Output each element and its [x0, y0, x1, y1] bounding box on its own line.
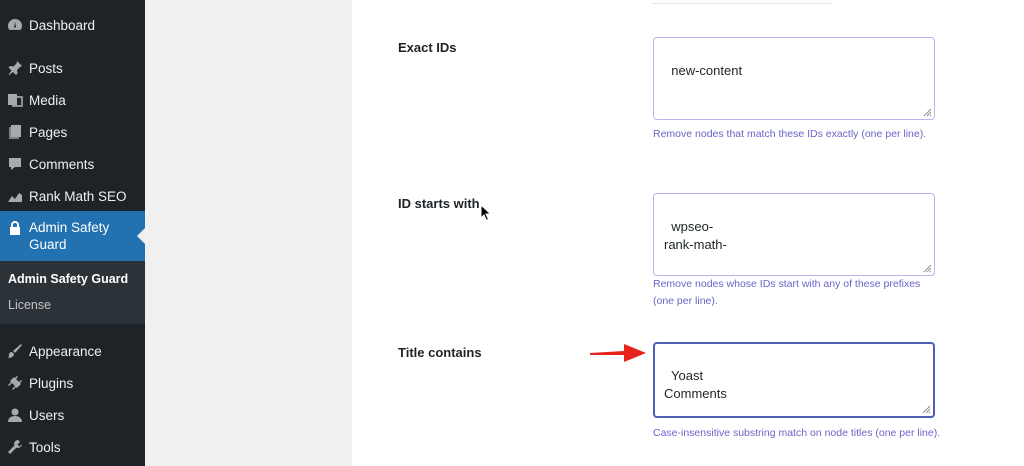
sidebar-item-appearance[interactable]: Appearance	[0, 340, 145, 362]
content-gutter	[145, 0, 352, 466]
submenu-item-license[interactable]: License	[8, 298, 51, 312]
resize-grip-icon[interactable]	[922, 263, 932, 273]
chart-icon	[0, 188, 26, 204]
exact-ids-description: Remove nodes that match these IDs exactl…	[653, 128, 927, 140]
annotation-arrow-icon	[590, 344, 646, 362]
title-contains-value: Yoast Comments	[664, 368, 727, 401]
active-menu-indicator	[137, 228, 145, 244]
id-starts-with-label: ID starts with	[398, 196, 480, 211]
panel-top-divider	[652, 0, 832, 4]
resize-grip-icon[interactable]	[922, 107, 932, 117]
id-starts-with-textarea[interactable]: wpseo- rank-math-	[653, 193, 935, 276]
sidebar-item-label: Rank Math SEO	[29, 188, 127, 204]
lock-icon	[0, 211, 26, 236]
id-starts-with-description: Remove nodes whose IDs start with any of…	[653, 278, 921, 307]
title-contains-textarea[interactable]: Yoast Comments	[653, 342, 935, 418]
sidebar-item-comments[interactable]: Comments	[0, 153, 145, 175]
sidebar-item-label: Posts	[29, 60, 63, 76]
sidebar-item-posts[interactable]: Posts	[0, 57, 145, 79]
brush-icon	[0, 343, 26, 359]
sidebar-item-rank-math-seo[interactable]: Rank Math SEO	[0, 185, 145, 207]
sidebar-item-admin-safety-guard[interactable]: Admin Safety Guard	[0, 211, 145, 261]
sidebar-item-label: Appearance	[29, 343, 102, 359]
title-contains-label: Title contains	[398, 345, 482, 360]
media-icon	[0, 92, 26, 108]
pin-icon	[0, 60, 26, 76]
resize-grip-icon[interactable]	[921, 404, 931, 414]
sidebar-item-label: Plugins	[29, 375, 74, 391]
sidebar-item-media[interactable]: Media	[0, 89, 145, 111]
sidebar-item-label: Admin Safety Guard	[29, 220, 110, 252]
exact-ids-value: new-content	[671, 63, 743, 78]
sidebar-item-label: Comments	[29, 156, 95, 172]
plug-icon	[0, 375, 26, 391]
exact-ids-textarea[interactable]: new-content	[653, 37, 935, 120]
sidebar-item-label: Pages	[29, 124, 68, 140]
sidebar-item-label: Users	[29, 407, 65, 423]
sidebar-item-plugins[interactable]: Plugins	[0, 372, 145, 394]
title-contains-description: Case-insensitive substring match on node…	[653, 427, 941, 439]
dashboard-icon	[0, 17, 26, 33]
sidebar-item-label: Tools	[29, 439, 61, 455]
sidebar-item-tools[interactable]: Tools	[0, 436, 145, 458]
id-starts-with-value: wpseo- rank-math-	[664, 219, 727, 252]
exact-ids-label: Exact IDs	[398, 40, 457, 55]
wrench-icon	[0, 439, 26, 455]
sidebar-item-dashboard[interactable]: Dashboard	[0, 14, 145, 36]
user-icon	[0, 407, 26, 423]
sidebar-item-users[interactable]: Users	[0, 404, 145, 426]
sidebar-item-label: Media	[29, 92, 66, 108]
pages-icon	[0, 124, 26, 140]
comments-icon	[0, 156, 26, 172]
sidebar-item-label: Dashboard	[29, 17, 96, 33]
sidebar-submenu: Admin Safety Guard License	[0, 261, 145, 324]
submenu-item-admin-safety-guard[interactable]: Admin Safety Guard	[8, 272, 128, 286]
sidebar-item-pages[interactable]: Pages	[0, 121, 145, 143]
admin-sidebar: Dashboard Posts Media Pages Comments Ran…	[0, 0, 145, 466]
mouse-pointer-icon	[480, 204, 492, 222]
